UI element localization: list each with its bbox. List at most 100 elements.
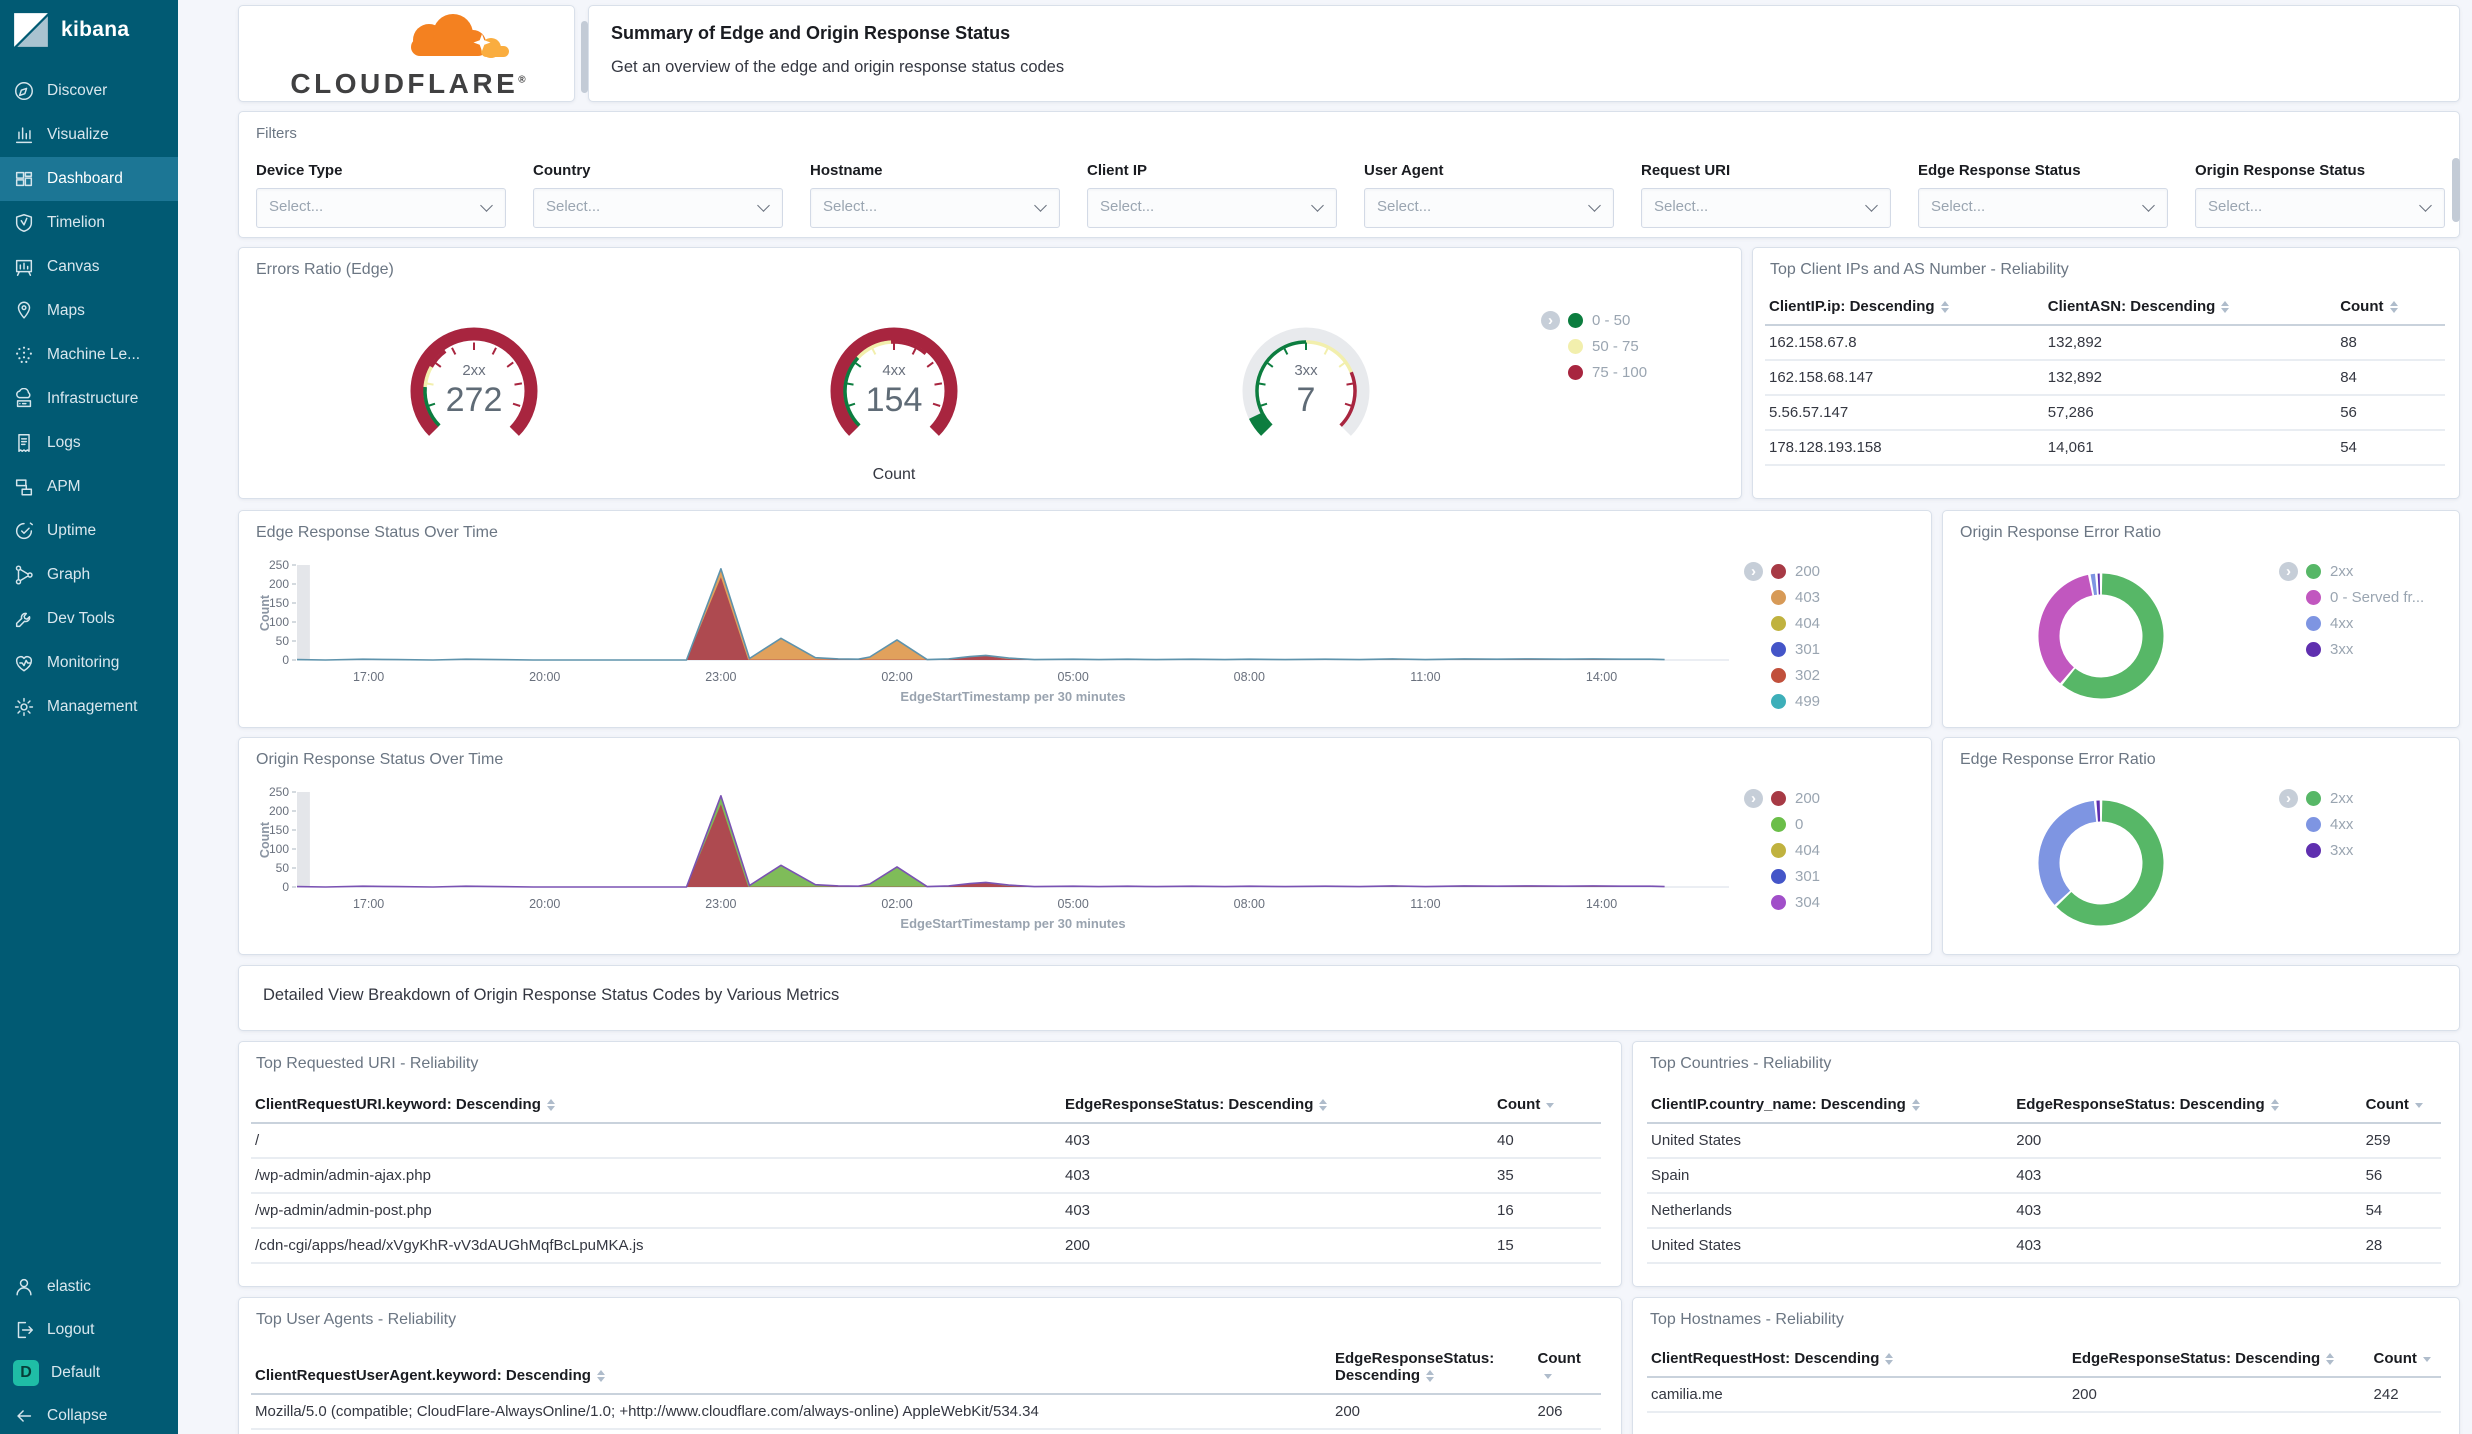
- column-header[interactable]: ClientIP.ip: Descending: [1765, 290, 2044, 326]
- legend-color-dot: [1771, 589, 1786, 605]
- table-row: Netherlands 403 54: [1647, 1193, 2441, 1229]
- svg-text:250: 250: [269, 558, 289, 572]
- legend-item-50-75[interactable]: 50 - 75: [1568, 333, 1647, 359]
- legend-item-200[interactable]: 200: [1771, 558, 1820, 584]
- sidebar-item-visualize[interactable]: Visualize: [0, 113, 178, 157]
- sidebar-item-label: Discover: [47, 82, 108, 99]
- table-row: United States 200 259: [1647, 1123, 2441, 1159]
- column-header[interactable]: ClientRequestUserAgent.keyword: Descendi…: [251, 1342, 1331, 1395]
- area-chart: Count05010015020025017:00 20:00 23:00 02:00…: [258, 785, 1729, 931]
- sidebar-item-dashboard[interactable]: Dashboard: [0, 157, 178, 201]
- legend-expand-icon[interactable]: ›: [2279, 562, 2298, 581]
- sidebar-item-default[interactable]: D Default: [0, 1351, 178, 1395]
- sidebar-item-elastic[interactable]: elastic: [0, 1265, 178, 1309]
- select-placeholder: Select...: [1377, 198, 1432, 215]
- column-header[interactable]: Count: [2369, 1342, 2441, 1378]
- sidebar-item-logs[interactable]: Logs: [0, 421, 178, 465]
- sidebar-item-maps[interactable]: Maps: [0, 289, 178, 333]
- sidebar-item-graph[interactable]: Graph: [0, 553, 178, 597]
- sidebar-item-collapse[interactable]: Collapse: [0, 1394, 178, 1434]
- sidebar-item-machine-le[interactable]: Machine Le...: [0, 333, 178, 377]
- column-header[interactable]: ClientASN: Descending: [2043, 290, 2337, 326]
- devtools-icon: [15, 612, 31, 628]
- filter-country-select[interactable]: Select...: [533, 188, 783, 228]
- column-header[interactable]: ClientIP.country_name: Descending: [1647, 1088, 2013, 1124]
- errors-ratio-legend: › 0 - 50 50 - 75 75 - 100: [1541, 307, 1647, 385]
- legend-item-200[interactable]: 200: [1771, 785, 1820, 811]
- legend-item-499[interactable]: 499: [1771, 688, 1820, 714]
- legend-item-301[interactable]: 301: [1771, 863, 1820, 889]
- column-header[interactable]: ClientRequestHost: Descending: [1647, 1342, 2068, 1378]
- filter-edge-response-status-select[interactable]: Select...: [1918, 188, 2168, 228]
- column-header[interactable]: EdgeResponseStatus: Descending: [1061, 1088, 1493, 1124]
- legend-item-0-served-fr-[interactable]: 0 - Served fr...: [2306, 584, 2424, 610]
- sidebar-item-canvas[interactable]: Canvas: [0, 245, 178, 289]
- legend-item-302[interactable]: 302: [1771, 662, 1820, 688]
- sort-icon: [1543, 1373, 1552, 1379]
- svg-text:11:00: 11:00: [1410, 670, 1440, 684]
- column-header[interactable]: EdgeResponseStatus: Descending: [2067, 1342, 2370, 1378]
- donut-chart[interactable]: [2038, 800, 2164, 926]
- legend-item-0-50[interactable]: 0 - 50: [1568, 307, 1647, 333]
- svg-text:272: 272: [446, 381, 503, 419]
- table-cell: /cdn-cgi/apps/head/xVgyKhR-vV3dAUGhMqfBc…: [251, 1228, 1061, 1264]
- origin-status-legend: › 200 0 404 301 304: [1744, 785, 1820, 915]
- sidebar-item-uptime[interactable]: Uptime: [0, 509, 178, 553]
- legend-item-3xx[interactable]: 3xx: [2306, 837, 2353, 863]
- legend-item-2xx[interactable]: 2xx: [2306, 558, 2424, 584]
- legend-color-dot: [1771, 868, 1786, 884]
- legend-item-403[interactable]: 403: [1771, 584, 1820, 610]
- sidebar-item-dev-tools[interactable]: Dev Tools: [0, 597, 178, 641]
- legend-item-2xx[interactable]: 2xx: [2306, 785, 2353, 811]
- filter-origin-response-status-select[interactable]: Select...: [2195, 188, 2445, 228]
- legend-color-dot: [1568, 312, 1583, 328]
- sidebar-item-timelion[interactable]: Timelion: [0, 201, 178, 245]
- filter-request-uri-select[interactable]: Select...: [1641, 188, 1891, 228]
- logo-panel-scrollbar[interactable]: [581, 21, 588, 93]
- legend-item-0[interactable]: 0: [1771, 811, 1820, 837]
- legend-item-75-100[interactable]: 75 - 100: [1568, 359, 1647, 385]
- column-header[interactable]: Count: [2361, 1088, 2441, 1124]
- sort-icon: [1426, 1369, 1435, 1383]
- legend-item-304[interactable]: 304: [1771, 889, 1820, 915]
- filter-hostname-select[interactable]: Select...: [810, 188, 1060, 228]
- table-cell: camilia.me: [1647, 1377, 2068, 1413]
- legend-expand-icon[interactable]: ›: [1744, 789, 1763, 808]
- legend-color-dot: [1771, 667, 1786, 683]
- legend-item-301[interactable]: 301: [1771, 636, 1820, 662]
- sidebar-item-logout[interactable]: Logout: [0, 1308, 178, 1352]
- legend-item-404[interactable]: 404: [1771, 837, 1820, 863]
- top-client-ips-table: ClientIP.ip: Descending ClientASN: Descen…: [1765, 290, 2445, 466]
- column-header[interactable]: Count: [2336, 290, 2445, 326]
- sidebar-item-discover[interactable]: Discover: [0, 69, 178, 113]
- column-header[interactable]: EdgeResponseStatus: Descending: [2012, 1088, 2362, 1124]
- legend-item-4xx[interactable]: 4xx: [2306, 610, 2424, 636]
- kibana-logo[interactable]: kibana: [12, 11, 129, 49]
- filters-scrollbar[interactable]: [2452, 158, 2460, 222]
- legend-label: 301: [1795, 867, 1821, 885]
- sidebar-item-apm[interactable]: APM: [0, 465, 178, 509]
- filter-client-ip-select[interactable]: Select...: [1087, 188, 1337, 228]
- legend-expand-icon[interactable]: ›: [1744, 562, 1763, 581]
- column-header[interactable]: EdgeResponseStatus: Descending: [1331, 1342, 1534, 1395]
- legend-expand-icon[interactable]: ›: [1541, 311, 1560, 330]
- legend-color-dot: [1771, 563, 1786, 579]
- column-header[interactable]: Count: [1533, 1342, 1601, 1395]
- column-header[interactable]: ClientRequestURI.keyword: Descending: [251, 1088, 1061, 1124]
- table-cell: Netherlands: [1647, 1193, 2013, 1229]
- sidebar-item-infrastructure[interactable]: Infrastructure: [0, 377, 178, 421]
- column-header[interactable]: Count: [1493, 1088, 1601, 1124]
- sidebar-item-label: Graph: [47, 566, 91, 583]
- legend-item-404[interactable]: 404: [1771, 610, 1820, 636]
- legend-item-3xx[interactable]: 3xx: [2306, 636, 2424, 662]
- panel-title: Top Requested URI - Reliability: [256, 1055, 479, 1072]
- filter-device-type-select[interactable]: Select...: [256, 188, 506, 228]
- donut-chart[interactable]: [2038, 573, 2164, 699]
- sidebar-item-management[interactable]: Management: [0, 685, 178, 729]
- filter-client-ip: Client IP Select...: [1087, 162, 1337, 228]
- sidebar-item-monitoring[interactable]: Monitoring: [0, 641, 178, 685]
- legend-item-4xx[interactable]: 4xx: [2306, 811, 2353, 837]
- legend-expand-icon[interactable]: ›: [2279, 789, 2298, 808]
- data-table: ClientIP.ip: Descending ClientASN: Descen…: [1765, 290, 2445, 466]
- filter-user-agent-select[interactable]: Select...: [1364, 188, 1614, 228]
